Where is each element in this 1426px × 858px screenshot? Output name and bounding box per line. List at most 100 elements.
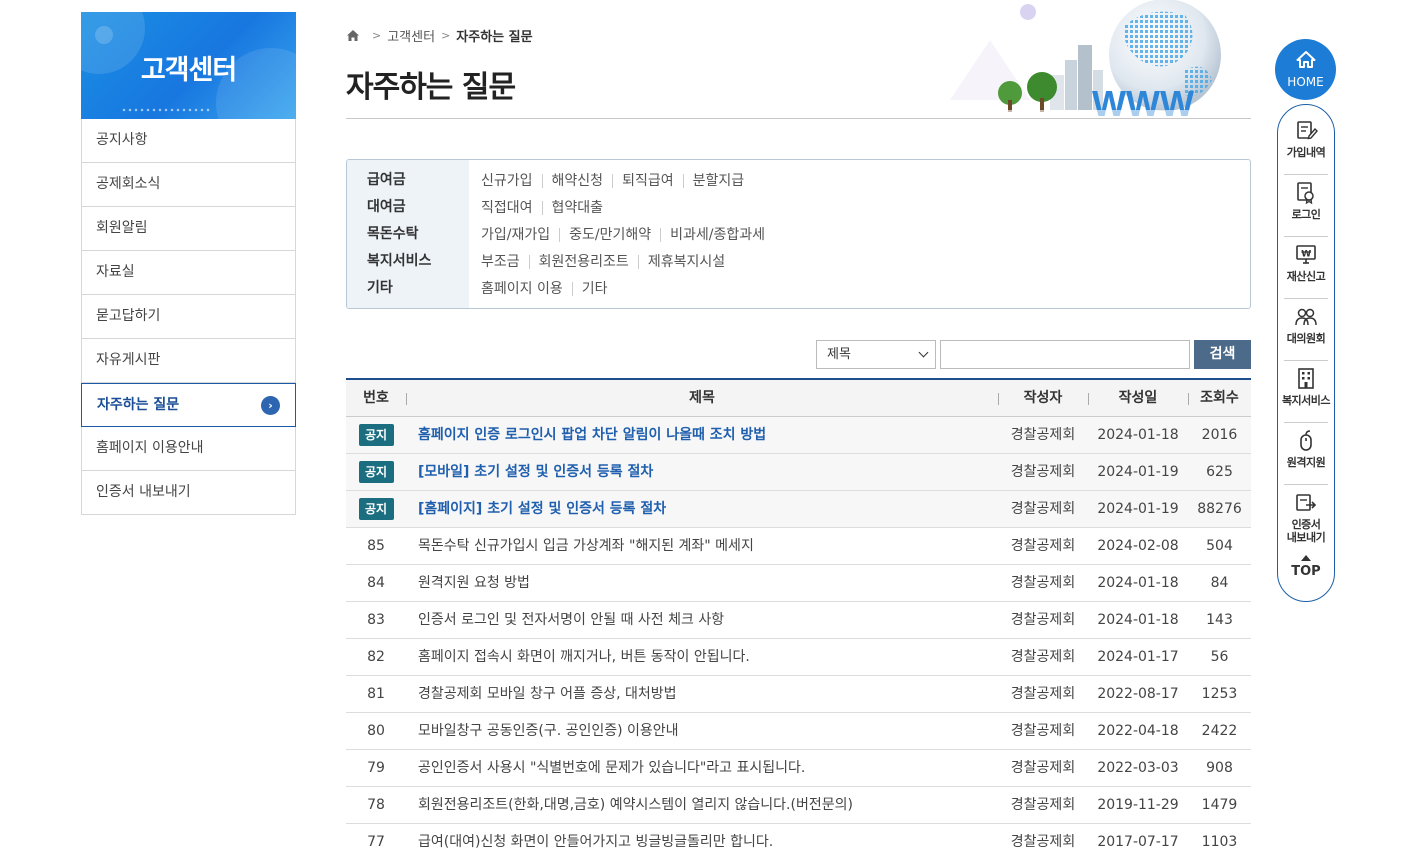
won-monitor-icon: ₩ — [1296, 245, 1316, 264]
row-views: 1479 — [1201, 797, 1238, 813]
row-title-link[interactable]: 원격지원 요청 방법 — [406, 565, 998, 601]
quick-home-button[interactable]: HOME — [1275, 39, 1336, 100]
header-views: 조회수 — [1188, 380, 1251, 416]
category-link[interactable]: 제휴복지시설 — [637, 255, 734, 269]
search-field-select-value: 제목 — [827, 347, 851, 362]
row-views: 84 — [1210, 575, 1229, 591]
row-writer: 경찰공제회 — [1010, 575, 1076, 591]
row-title-link[interactable]: 모바일창구 공동인증(구. 공인인증) 이용안내 — [406, 713, 998, 749]
table-row: 84 원격지원 요청 방법 경찰공제회 2024-01-18 84 — [346, 565, 1251, 602]
row-title-link[interactable]: 홈페이지 인증 로그인시 팝업 차단 알림이 나올때 조치 방법 — [406, 417, 998, 453]
category-name: 기타 — [367, 280, 393, 296]
row-writer: 경찰공제회 — [1010, 649, 1076, 665]
home-icon[interactable] — [346, 29, 360, 42]
row-writer: 경찰공제회 — [1010, 501, 1076, 517]
category-link[interactable]: 기타 — [571, 282, 617, 296]
sidebar-item-label: 자유게시판 — [96, 352, 161, 368]
quick-menu: TOP 가입내역로그인 ₩ 재산신고대의원회복지서비스원격지원인증서 내보내기 — [1277, 104, 1335, 602]
row-number: 79 — [367, 760, 385, 776]
table-row: 85 목돈수탁 신규가입시 입금 가상계좌 "해지된 계좌" 메세지 경찰공제회 20… — [346, 528, 1251, 565]
row-title-link[interactable]: 경찰공제회 모바일 창구 어플 증상, 대처방법 — [406, 676, 998, 712]
row-views: 143 — [1206, 612, 1233, 628]
table-row: 81 경찰공제회 모바일 창구 어플 증상, 대처방법 경찰공제회 2022-08-1… — [346, 676, 1251, 713]
row-title-link[interactable]: 급여(대여)신청 화면이 안들어가지고 빙글빙글돌리만 합니다. — [406, 824, 998, 858]
quick-menu-item[interactable]: 복지서비스 — [1278, 367, 1334, 407]
category-link[interactable]: 회원전용리조트 — [528, 255, 638, 269]
home-icon — [1296, 51, 1316, 68]
sidebar-item[interactable]: 공제회소식 — [82, 163, 295, 207]
row-title-link[interactable]: 공인인증서 사용시 "식별번호에 문제가 있습니다"라고 표시됩니다. — [406, 750, 998, 786]
quick-menu-label: 인증서 내보내기 — [1286, 518, 1326, 544]
sidebar: 고객센터 공지사항 공제회소식회원알림자료실묻고답하기자유게시판자주하는 질문 › 홈… — [81, 12, 296, 515]
sidebar-header: 고객센터 — [81, 12, 296, 119]
quick-menu-divider — [1284, 422, 1328, 423]
quick-menu-label: 가입내역 — [1286, 146, 1326, 159]
row-number: 공지 — [346, 417, 406, 453]
row-number: 81 — [367, 686, 385, 702]
quick-menu-item[interactable]: 로그인 — [1278, 181, 1334, 221]
row-title-link[interactable]: 회원전용리조트(한화,대명,금호) 예약시스템이 열리지 않습니다.(버전문의) — [406, 787, 998, 823]
row-views: 625 — [1206, 464, 1233, 480]
scroll-top-button[interactable]: TOP — [1278, 555, 1334, 579]
category-links: 직접대여 협약대출 — [481, 194, 612, 215]
sidebar-item-label: 홈페이지 이용안내 — [96, 440, 204, 456]
sidebar-item-label: 회원알림 — [96, 220, 148, 236]
row-title-link[interactable]: 홈페이지 접속시 화면이 깨지거나, 버튼 동작이 안됩니다. — [406, 639, 998, 675]
sidebar-item[interactable]: 묻고답하기 — [82, 295, 295, 339]
row-writer: 경찰공제회 — [1010, 723, 1076, 739]
breadcrumb-level1[interactable]: 고객센터 — [387, 26, 435, 45]
sidebar-item[interactable]: 자주하는 질문 › — [81, 383, 296, 427]
row-number: 82 — [367, 649, 385, 665]
category-link[interactable]: 협약대출 — [541, 201, 613, 215]
row-title-link[interactable]: 인증서 로그인 및 전자서명이 안될 때 사전 체크 사항 — [406, 602, 998, 638]
quick-menu-item[interactable]: 원격지원 — [1278, 429, 1334, 469]
row-writer: 경찰공제회 — [1010, 797, 1076, 813]
category-link[interactable]: 직접대여 — [481, 201, 542, 215]
search-field-select[interactable]: 제목 — [816, 340, 936, 369]
row-date: 2024-01-19 — [1097, 464, 1179, 480]
row-number: 84 — [367, 575, 385, 591]
category-link[interactable]: 분할지급 — [682, 174, 754, 188]
row-number: 85 — [367, 538, 385, 554]
row-date: 2017-07-17 — [1097, 834, 1179, 850]
category-link[interactable]: 해약신청 — [541, 174, 613, 188]
search-button[interactable]: 검색 — [1194, 340, 1251, 369]
row-title-link[interactable]: [홈페이지] 초기 설정 및 인증서 등록 절차 — [406, 491, 998, 527]
title-divider — [346, 118, 1251, 119]
sidebar-item[interactable]: 자료실 — [82, 251, 295, 295]
quick-menu-item[interactable]: 가입내역 — [1278, 119, 1334, 159]
sidebar-item[interactable]: 회원알림 — [82, 207, 295, 251]
quick-menu-item[interactable]: 인증서 내보내기 — [1278, 491, 1334, 544]
sidebar-item-label: 묻고답하기 — [96, 308, 161, 324]
search-input[interactable] — [940, 340, 1190, 369]
quick-menu-label: 복지서비스 — [1281, 394, 1331, 407]
quick-menu-item[interactable]: ₩ 재산신고 — [1278, 243, 1334, 283]
row-title-link[interactable]: [모바일] 초기 설정 및 인증서 등록 절차 — [406, 454, 998, 490]
row-views: 1103 — [1201, 834, 1238, 850]
category-link[interactable]: 중도/만기해약 — [559, 228, 660, 242]
sidebar-item-label: 자료실 — [96, 264, 135, 280]
sidebar-item[interactable]: 공지사항 — [82, 119, 295, 163]
category-link[interactable]: 신규가입 — [481, 174, 542, 188]
category-link[interactable]: 비과세/종합과세 — [660, 228, 774, 242]
sidebar-item[interactable]: 자유게시판 — [82, 339, 295, 383]
row-writer: 경찰공제회 — [1010, 612, 1076, 628]
row-title-link[interactable]: 목돈수탁 신규가입시 입금 가상계좌 "해지된 계좌" 메세지 — [406, 528, 998, 564]
row-views: 2016 — [1201, 427, 1238, 443]
header-title: 제목 — [406, 380, 998, 416]
category-link[interactable]: 가입/재가입 — [481, 228, 559, 242]
category-link[interactable]: 홈페이지 이용 — [481, 282, 572, 296]
category-link[interactable]: 부조금 — [481, 255, 529, 269]
category-name: 대여금 — [367, 199, 406, 215]
category-row: 기타 홈페이지 이용 기타 — [347, 275, 1250, 302]
quick-menu-label: 원격지원 — [1286, 456, 1326, 469]
row-number: 77 — [367, 834, 385, 850]
sidebar-item[interactable]: 인증서 내보내기 — [82, 471, 295, 515]
arrow-up-icon — [1301, 555, 1311, 561]
notice-badge: 공지 — [358, 498, 394, 520]
category-link[interactable]: 퇴직급여 — [612, 174, 683, 188]
quick-menu-item[interactable]: 대의원회 — [1278, 305, 1334, 345]
chevron-down-icon — [918, 347, 929, 358]
sidebar-item[interactable]: 홈페이지 이용안내 — [82, 427, 295, 471]
table-header: 번호 제목 작성자 작성일 조회수 — [346, 380, 1251, 417]
